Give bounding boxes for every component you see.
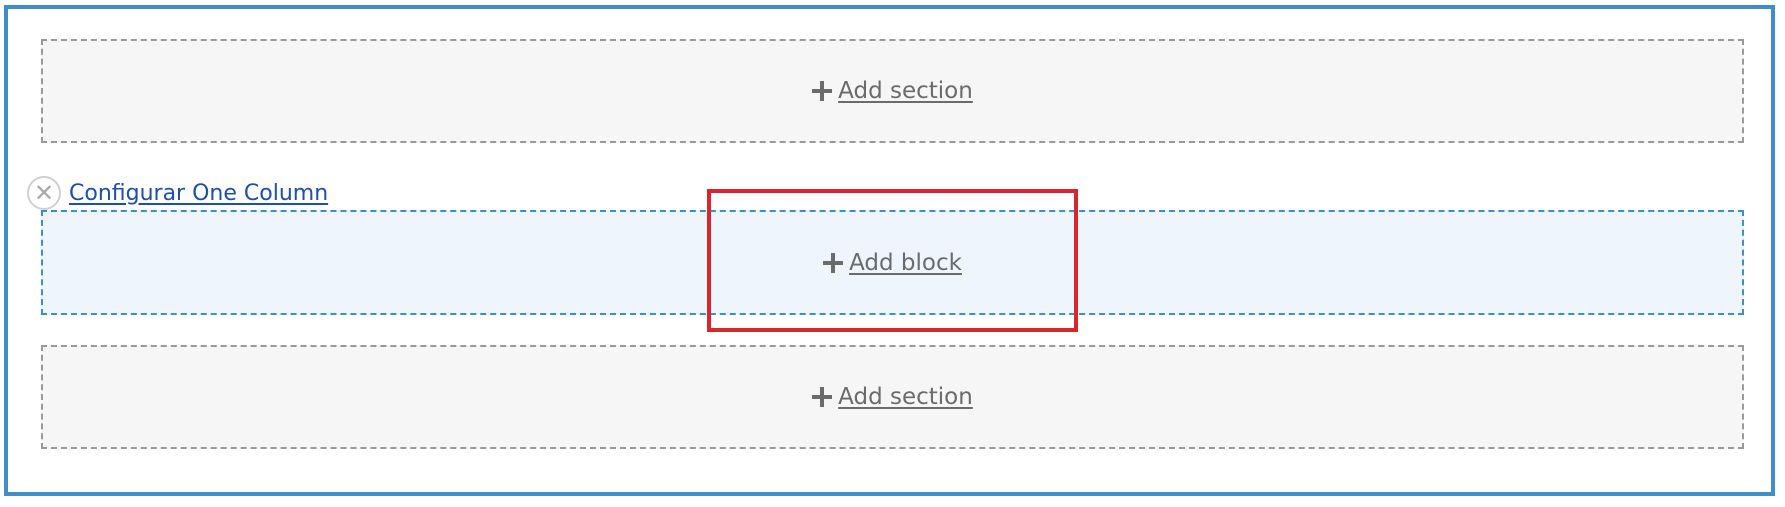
add-section-button-top[interactable]: Add section bbox=[812, 78, 973, 104]
add-section-button-bottom[interactable]: Add section bbox=[812, 384, 973, 410]
plus-icon bbox=[812, 81, 833, 101]
add-block-button[interactable]: Add block bbox=[823, 250, 962, 276]
section-region: Add block bbox=[41, 210, 1744, 315]
add-section-zone-bottom: Add section bbox=[41, 345, 1744, 449]
add-section-label: Add section bbox=[838, 384, 973, 410]
configure-section-link[interactable]: Configurar One Column bbox=[69, 181, 328, 206]
add-section-zone-top: Add section bbox=[41, 39, 1744, 143]
plus-icon bbox=[823, 252, 844, 273]
add-section-label: Add section bbox=[838, 78, 973, 104]
close-icon[interactable]: ✕ bbox=[27, 176, 61, 210]
add-block-label: Add block bbox=[849, 249, 962, 276]
plus-icon bbox=[812, 387, 833, 407]
section-controls: ✕ Configurar One Column bbox=[27, 176, 328, 210]
